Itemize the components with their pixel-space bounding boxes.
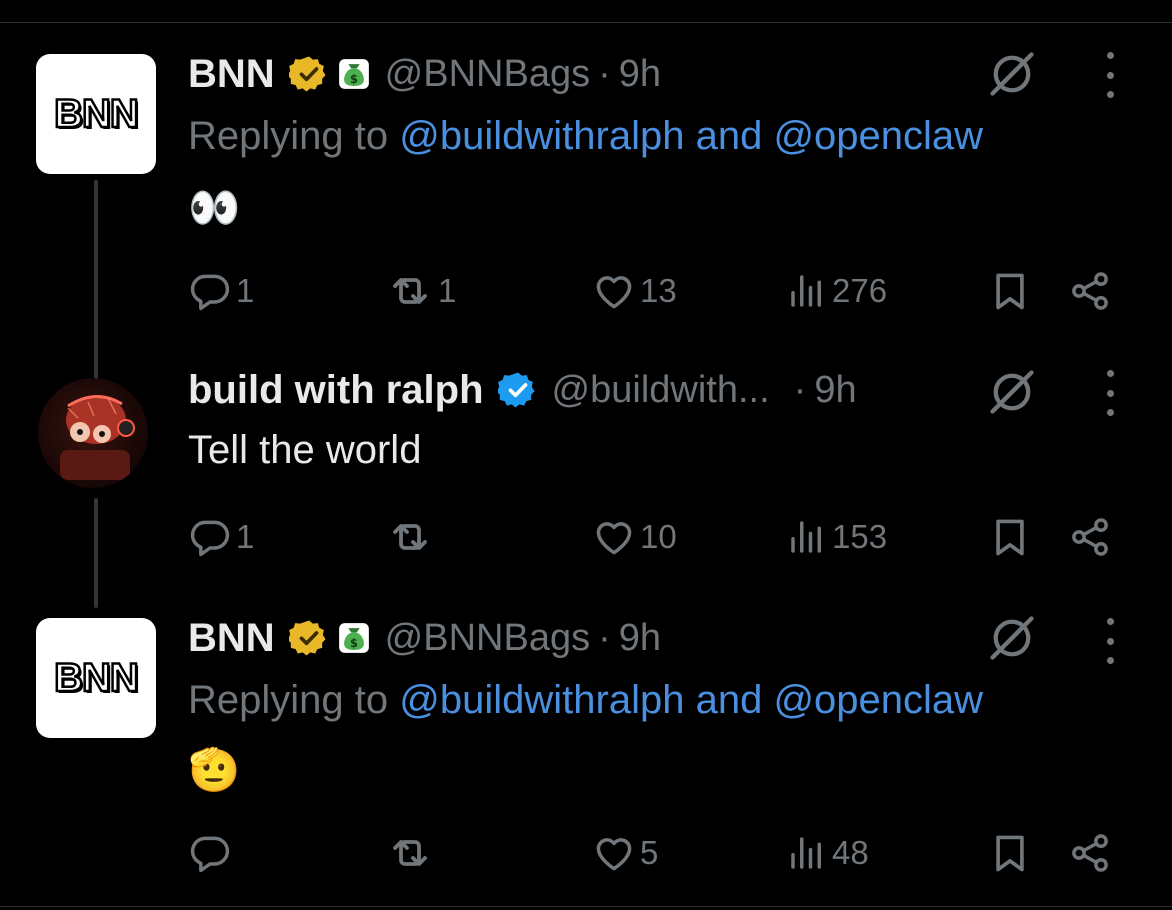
timestamp[interactable]: 9h [619,617,661,660]
share-icon [1068,269,1112,313]
mention-link[interactable]: @buildwithralph [399,678,684,722]
mention-link[interactable]: @buildwithralph [399,114,684,158]
tweet-header: build with ralph @buildwith... · 9h [188,364,857,416]
like-count: 10 [640,518,677,555]
bookmark-button[interactable] [988,266,1032,316]
views-button[interactable]: 276 [786,266,887,316]
repost-count: 1 [438,272,457,309]
verified-gold-badge-icon[interactable] [289,618,329,658]
more-options-icon[interactable] [1100,52,1120,98]
reply-icon [188,515,232,559]
heart-icon [592,515,636,559]
timestamp[interactable]: 9h [619,53,661,96]
repost-icon [386,829,434,877]
separator-dot: · [598,52,611,95]
grok-icon[interactable] [986,48,1038,100]
author-name[interactable]: BNN [188,616,275,661]
separator-dot: · [598,616,611,659]
author-handle[interactable]: @buildwith... [552,369,770,412]
like-button[interactable]: 13 [592,266,677,316]
repost-icon [386,513,434,561]
tweet-text: Tell the world [188,428,422,472]
like-button[interactable]: 10 [592,512,677,562]
bookmark-icon [988,269,1032,313]
replying-prefix: Replying to [188,678,389,722]
replying-prefix: Replying to [188,114,389,158]
repost-icon [386,267,434,315]
more-options-icon[interactable] [1100,618,1120,664]
like-count: 13 [640,272,677,309]
share-button[interactable] [1068,512,1112,562]
like-count: 5 [640,834,659,871]
share-button[interactable] [1068,828,1112,878]
view-count: 153 [832,518,888,555]
author-handle[interactable]: @BNNBags [385,617,590,660]
thread-connector-line [94,498,98,608]
avatar[interactable]: BNN [36,618,156,738]
tweet-header: BNN @BNNBags · 9h [188,48,661,100]
bottom-divider [0,906,1172,907]
reply-button[interactable] [188,828,236,878]
top-divider [0,22,1172,23]
avatar-ralph-image [60,395,135,480]
repost-button[interactable]: 1 [386,266,456,316]
share-icon [1068,831,1112,875]
bookmark-button[interactable] [988,828,1032,878]
author-name[interactable]: BNN [188,52,275,97]
replying-to: Replying to @buildwithralph and @opencla… [188,678,983,723]
bookmark-icon [988,831,1032,875]
avatar-logo-text: BNN [53,654,140,701]
avatar[interactable]: BNN [36,54,156,174]
author-handle[interactable]: @BNNBags [385,53,590,96]
avatar-logo-text: BNN [53,90,140,137]
action-bar: 1 10 153 [188,512,1128,562]
views-chart-icon [786,832,828,874]
reply-count: 1 [236,518,255,555]
grok-icon[interactable] [986,612,1038,664]
share-icon [1068,515,1112,559]
view-count: 48 [832,834,869,871]
view-count: 276 [832,272,888,309]
bookmark-icon [988,515,1032,559]
repost-button[interactable] [386,512,438,562]
action-bar: 5 48 [188,828,1128,878]
tweet-3[interactable]: BNN BNN @BNNBags · 9h Replying to @build… [0,610,1172,906]
like-button[interactable]: 5 [592,828,658,878]
tweet-text: 👀 [188,184,241,231]
reply-button[interactable]: 1 [188,512,254,562]
tweet-header: BNN @BNNBags · 9h [188,612,661,664]
heart-icon [592,831,636,875]
share-button[interactable] [1068,266,1112,316]
action-bar: 1 1 13 276 [188,266,1128,316]
grok-icon[interactable] [986,366,1038,418]
views-chart-icon [786,270,828,312]
separator-dot: · [793,368,807,411]
mention-link[interactable]: @openclaw [773,114,983,158]
heart-icon [592,269,636,313]
author-name[interactable]: build with ralph [188,368,484,413]
tweet-text: 🫡 [188,746,241,793]
views-button[interactable]: 48 [786,828,869,878]
reply-icon [188,269,232,313]
money-bag-icon [337,621,371,655]
avatar[interactable] [38,378,148,488]
reply-count: 1 [236,272,255,309]
repost-button[interactable] [386,828,438,878]
money-bag-icon [337,57,371,91]
mention-and[interactable]: and [696,114,763,158]
timestamp[interactable]: 9h [814,369,856,412]
bookmark-button[interactable] [988,512,1032,562]
mention-link[interactable]: @openclaw [773,678,983,722]
more-options-icon[interactable] [1100,370,1120,416]
replying-to: Replying to @buildwithralph and @opencla… [188,114,983,159]
tweet-2[interactable]: build with ralph @buildwith... · 9h Tell… [0,360,1172,608]
verified-blue-badge-icon[interactable] [498,370,538,410]
verified-gold-badge-icon[interactable] [289,54,329,94]
views-button[interactable]: 153 [786,512,887,562]
reply-button[interactable]: 1 [188,266,254,316]
mention-and[interactable]: and [696,678,763,722]
views-chart-icon [786,516,828,558]
reply-icon [188,831,232,875]
tweet-1[interactable]: BNN BNN @BNNBags · 9h Replying to @build… [0,48,1172,412]
